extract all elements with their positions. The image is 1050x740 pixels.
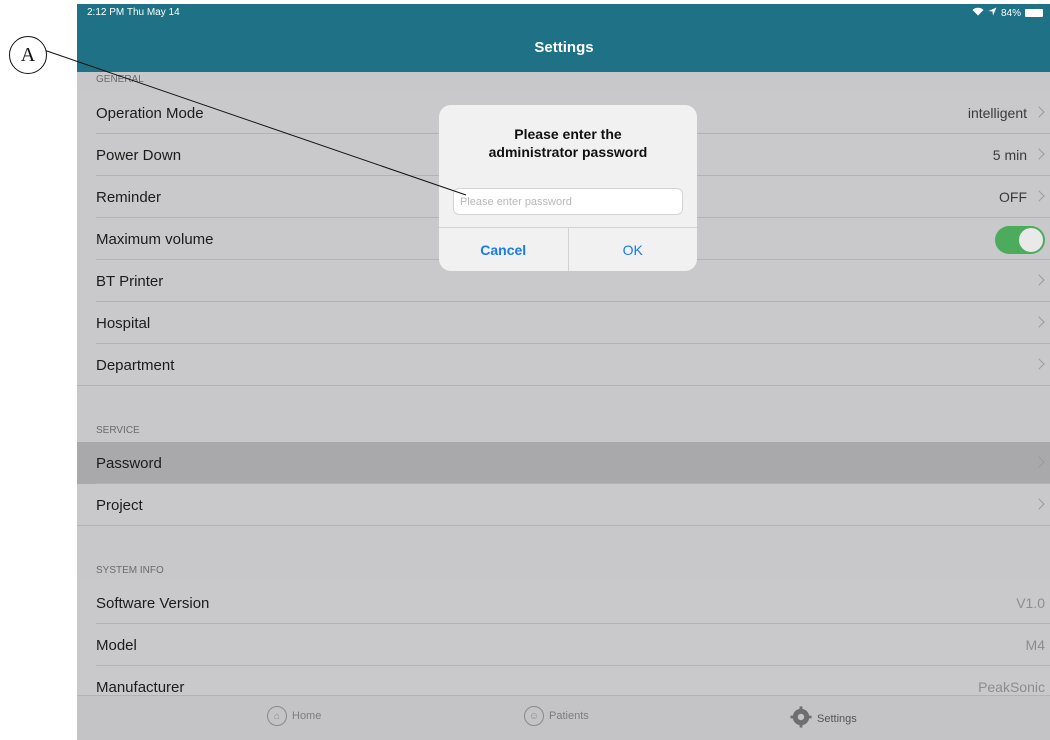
tab-home[interactable]: ⌂ Home	[267, 706, 321, 726]
row-hospital[interactable]: Hospital	[77, 302, 1050, 344]
status-right: 84%	[972, 7, 1043, 19]
row-model: Model M4	[77, 624, 1050, 666]
row-value: OFF	[999, 189, 1027, 205]
toggle-knob	[1019, 228, 1043, 252]
chevron-right-icon	[1033, 358, 1045, 370]
chevron-right-icon	[1033, 274, 1045, 286]
row-label: Software Version	[96, 594, 210, 612]
location-icon	[988, 7, 997, 19]
row-label: Hospital	[96, 314, 151, 332]
battery-icon	[1025, 9, 1043, 17]
callout-label: A	[9, 36, 47, 74]
chevron-right-icon	[1033, 106, 1045, 118]
row-label: Reminder	[96, 188, 162, 206]
row-value: M4	[1025, 637, 1045, 653]
chevron-right-icon	[1033, 316, 1045, 328]
dialog-buttons: Cancel OK	[439, 227, 697, 271]
row-department[interactable]: Department	[77, 344, 1050, 386]
ok-button[interactable]: OK	[567, 228, 698, 271]
chevron-right-icon	[1033, 190, 1045, 202]
chevron-right-icon	[1033, 498, 1045, 510]
row-label: Password	[96, 454, 162, 472]
row-value: intelligent	[967, 105, 1027, 121]
row-password[interactable]: Password	[77, 442, 1050, 484]
section-header-general: GENERAL	[96, 74, 144, 85]
password-input[interactable]	[453, 188, 683, 215]
home-icon: ⌂	[267, 706, 287, 726]
row-value: PeakSonic	[978, 679, 1045, 695]
tab-label: Patients	[549, 710, 589, 722]
row-label: Maximum volume	[96, 230, 214, 248]
ipad-screen: 2:12 PM Thu May 14 84% Settings GENERAL …	[77, 4, 1050, 740]
row-label: Department	[96, 356, 175, 374]
row-label: Model	[96, 636, 137, 654]
status-bar: 2:12 PM Thu May 14 84%	[77, 4, 1050, 22]
status-time: 2:12 PM Thu May 14	[87, 7, 180, 18]
row-value: 5 min	[992, 147, 1027, 163]
patients-icon: ☺	[524, 706, 544, 726]
cancel-button[interactable]: Cancel	[439, 228, 568, 271]
section-header-system-info: SYSTEM INFO	[96, 565, 164, 576]
admin-password-dialog: Please enter the administrator password …	[439, 105, 697, 271]
nav-bar: Settings	[77, 22, 1050, 72]
battery-percent: 84%	[1000, 7, 1021, 19]
tab-settings[interactable]: Settings	[790, 706, 857, 731]
row-project[interactable]: Project	[77, 484, 1050, 526]
chevron-right-icon	[1033, 456, 1045, 468]
wifi-icon	[972, 7, 984, 19]
tab-bar: ⌂ Home ☺ Patients Settings	[77, 695, 1050, 740]
row-label: Project	[96, 496, 143, 514]
row-label: BT Printer	[96, 272, 164, 290]
section-header-service: SERVICE	[96, 425, 140, 436]
maximum-volume-toggle[interactable]	[995, 226, 1045, 254]
row-software-version: Software Version V1.0	[77, 582, 1050, 624]
row-label: Operation Mode	[96, 104, 204, 122]
gear-icon	[790, 706, 812, 731]
tab-label: Home	[292, 710, 322, 722]
chevron-right-icon	[1033, 148, 1045, 160]
row-value: V1.0	[1016, 595, 1045, 611]
tab-label: Settings	[817, 712, 857, 725]
tab-patients[interactable]: ☺ Patients	[524, 706, 589, 726]
row-label: Power Down	[96, 146, 182, 164]
dialog-title: Please enter the administrator password	[488, 126, 648, 160]
page-title: Settings	[534, 38, 594, 56]
row-label: Manufacturer	[96, 678, 185, 696]
